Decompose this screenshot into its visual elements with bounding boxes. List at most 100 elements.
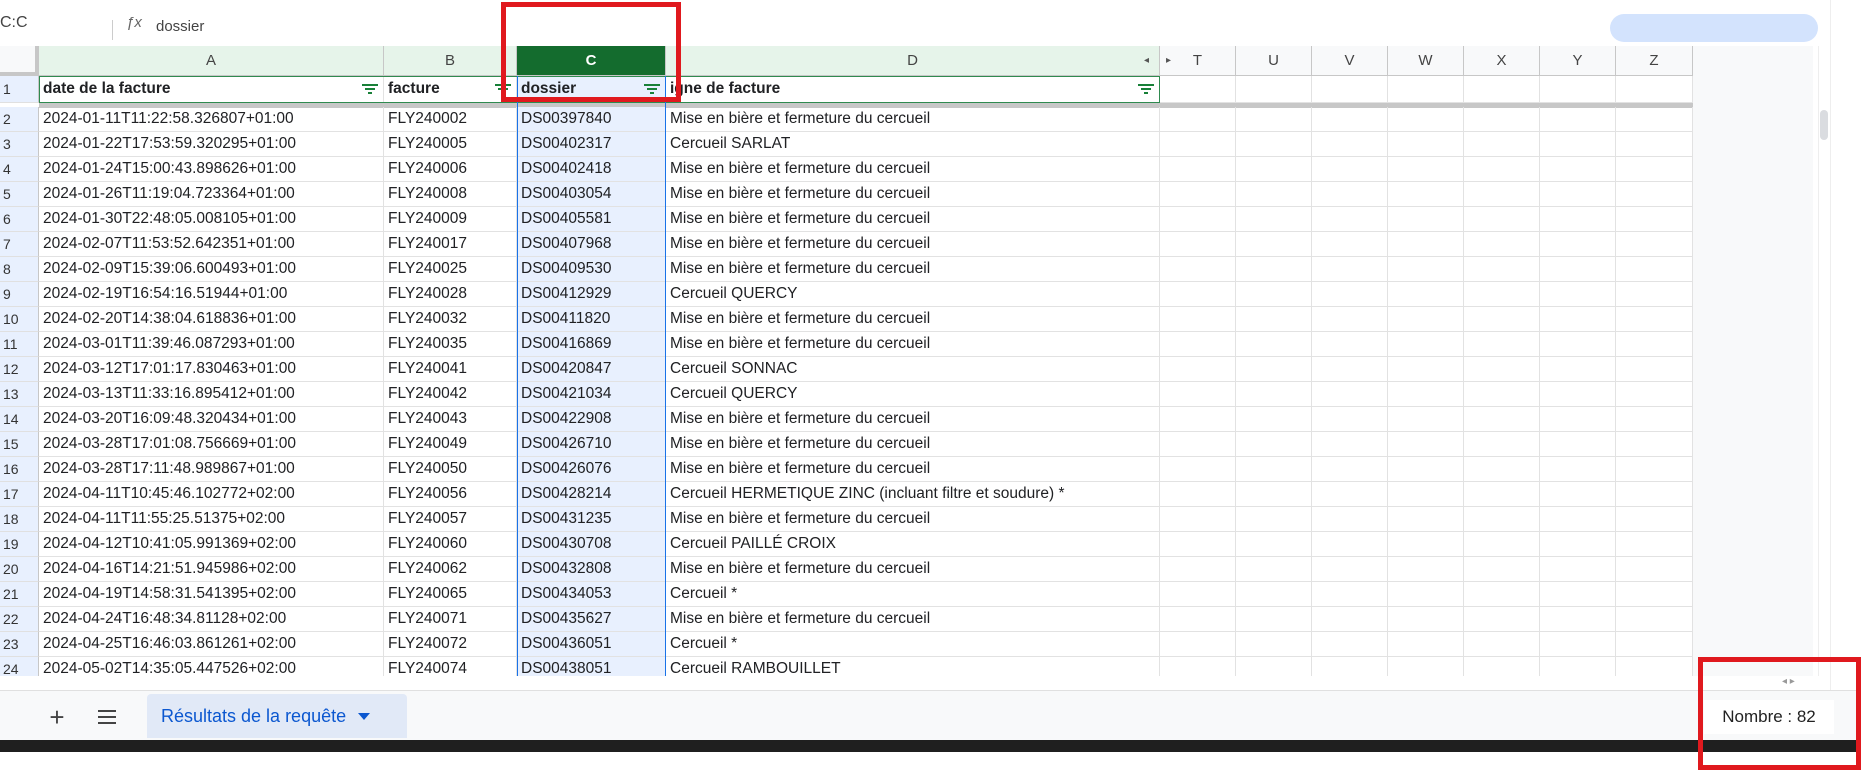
table-cell[interactable] [1160, 407, 1236, 432]
table-cell[interactable] [1388, 507, 1464, 532]
table-cell[interactable] [1236, 157, 1312, 182]
table-cell[interactable] [1160, 157, 1236, 182]
table-cell[interactable]: DS00411820 [517, 307, 666, 332]
table-cell[interactable] [1236, 76, 1312, 103]
table-cell[interactable]: 2024-04-12T10:41:05.991369+02:00 [39, 532, 384, 557]
table-cell[interactable]: FLY240074 [384, 657, 517, 676]
table-cell[interactable] [1236, 507, 1312, 532]
table-cell[interactable] [1540, 382, 1616, 407]
table-cell[interactable] [1540, 657, 1616, 676]
sheet-tab[interactable]: Résultats de la requête [147, 694, 407, 738]
table-cell[interactable] [1388, 207, 1464, 232]
table-cell[interactable]: 2024-02-09T15:39:06.600493+01:00 [39, 257, 384, 282]
table-cell[interactable] [1388, 632, 1464, 657]
table-cell[interactable] [1616, 207, 1693, 232]
table-cell[interactable] [1464, 632, 1540, 657]
table-cell[interactable] [1464, 76, 1540, 103]
column-header-d[interactable]: D [666, 46, 1160, 76]
table-cell[interactable]: 2024-01-24T15:00:43.898626+01:00 [39, 157, 384, 182]
column-header-w[interactable]: W [1388, 46, 1464, 76]
table-cell[interactable] [1464, 132, 1540, 157]
table-cell[interactable] [1236, 582, 1312, 607]
table-cell[interactable] [1236, 182, 1312, 207]
spreadsheet-grid[interactable]: A B C D T U V W X Y Z ◂ ▸ 1 date de la facture facture d… [0, 46, 1693, 676]
table-cell[interactable]: FLY240062 [384, 557, 517, 582]
table-cell[interactable] [1312, 507, 1388, 532]
table-cell[interactable] [1464, 407, 1540, 432]
table-cell[interactable] [1464, 332, 1540, 357]
table-cell[interactable] [1312, 232, 1388, 257]
table-cell[interactable]: FLY240017 [384, 232, 517, 257]
select-all-corner[interactable] [0, 46, 39, 76]
table-cell[interactable]: FLY240002 [384, 107, 517, 132]
table-cell[interactable]: Mise en bière et fermeture du cercueil [666, 107, 1160, 132]
table-cell[interactable] [1464, 607, 1540, 632]
add-sheet-button[interactable]: + [40, 700, 74, 734]
table-cell[interactable] [1388, 407, 1464, 432]
table-cell[interactable] [1312, 582, 1388, 607]
table-cell[interactable] [1388, 232, 1464, 257]
table-cell[interactable] [1236, 382, 1312, 407]
row-header[interactable]: 7 [0, 232, 39, 257]
table-cell[interactable] [1540, 107, 1616, 132]
table-cell[interactable] [1160, 482, 1236, 507]
table-cell[interactable]: Cercueil RAMBOUILLET [666, 657, 1160, 676]
table-cell[interactable] [1160, 632, 1236, 657]
table-cell[interactable]: FLY240025 [384, 257, 517, 282]
table-cell[interactable]: FLY240056 [384, 482, 517, 507]
table-cell[interactable] [1160, 182, 1236, 207]
table-cell[interactable]: FLY240049 [384, 432, 517, 457]
table-cell[interactable]: FLY240071 [384, 607, 517, 632]
column-header-u[interactable]: U [1236, 46, 1312, 76]
table-cell[interactable] [1160, 657, 1236, 676]
table-cell[interactable]: Mise en bière et fermeture du cercueil [666, 457, 1160, 482]
row-header[interactable]: 1 [0, 76, 39, 103]
table-cell[interactable] [1160, 557, 1236, 582]
table-cell[interactable] [1160, 76, 1236, 103]
table-cell[interactable] [1312, 407, 1388, 432]
table-cell[interactable]: DS00412929 [517, 282, 666, 307]
table-cell[interactable]: DS00402317 [517, 132, 666, 157]
table-cell[interactable] [1616, 482, 1693, 507]
table-cell[interactable]: 2024-02-19T16:54:16.51944+01:00 [39, 282, 384, 307]
table-cell[interactable] [1388, 657, 1464, 676]
row-header[interactable]: 3 [0, 132, 39, 157]
table-cell[interactable]: DS00403054 [517, 182, 666, 207]
table-cell[interactable] [1616, 282, 1693, 307]
table-cell[interactable] [1312, 457, 1388, 482]
table-cell[interactable] [1236, 657, 1312, 676]
table-cell[interactable] [1540, 457, 1616, 482]
chevron-down-icon[interactable] [358, 712, 371, 720]
table-cell[interactable] [1616, 657, 1693, 676]
table-cell[interactable] [1312, 257, 1388, 282]
table-cell[interactable] [1160, 457, 1236, 482]
table-cell[interactable] [1160, 307, 1236, 332]
table-cell[interactable]: Mise en bière et fermeture du cercueil [666, 307, 1160, 332]
column-header-x[interactable]: X [1464, 46, 1540, 76]
filter-icon[interactable] [362, 84, 378, 96]
table-cell[interactable] [1312, 76, 1388, 103]
table-cell[interactable] [1312, 382, 1388, 407]
table-cell[interactable]: Cercueil * [666, 632, 1160, 657]
table-cell[interactable] [1616, 432, 1693, 457]
table-cell[interactable]: FLY240032 [384, 307, 517, 332]
table-cell[interactable] [1236, 557, 1312, 582]
table-cell[interactable] [1388, 157, 1464, 182]
table-cell[interactable] [1388, 582, 1464, 607]
table-cell[interactable]: FLY240057 [384, 507, 517, 532]
table-cell[interactable]: 2024-04-16T14:21:51.945986+02:00 [39, 557, 384, 582]
table-cell[interactable]: DS00432808 [517, 557, 666, 582]
table-cell[interactable]: DS00434053 [517, 582, 666, 607]
table-cell[interactable] [1388, 607, 1464, 632]
row-header[interactable]: 16 [0, 457, 39, 482]
table-cell[interactable] [1616, 357, 1693, 382]
row-header[interactable]: 22 [0, 607, 39, 632]
table-cell[interactable] [1616, 382, 1693, 407]
vertical-scroll-thumb[interactable] [1820, 110, 1828, 140]
row-header[interactable]: 15 [0, 432, 39, 457]
table-cell[interactable] [1540, 76, 1616, 103]
table-cell[interactable] [1312, 557, 1388, 582]
table-cell[interactable]: DS00420847 [517, 357, 666, 382]
table-cell[interactable] [1388, 382, 1464, 407]
table-cell[interactable]: Cercueil QUERCY [666, 282, 1160, 307]
